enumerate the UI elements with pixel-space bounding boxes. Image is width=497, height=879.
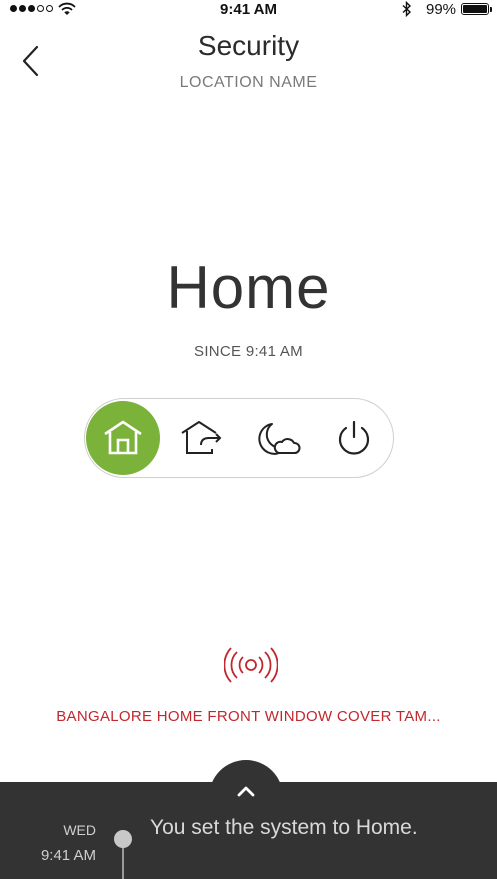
status-bar: 9:41 AM 99% [0, 0, 497, 20]
power-icon [338, 420, 370, 455]
page-title: Security [197, 30, 300, 61]
timeline-time: 9:41 AM [40, 847, 96, 864]
away-icon [181, 421, 222, 454]
mode-night-button[interactable] [241, 401, 315, 475]
timeline-dot [114, 830, 132, 848]
home-icon [104, 420, 142, 455]
timeline-day: WED [63, 822, 96, 838]
alarm-signal-icon [224, 647, 278, 683]
bluetooth-icon [402, 1, 412, 17]
mode-home-button[interactable] [86, 401, 160, 475]
battery-icon [461, 3, 489, 15]
current-mode-label: Home [166, 254, 331, 321]
mode-selector [84, 398, 394, 478]
status-time: 9:41 AM [220, 1, 277, 18]
battery-percentage: 99% [426, 1, 457, 18]
mode-away-button[interactable] [165, 401, 239, 475]
mode-off-button[interactable] [317, 401, 391, 475]
night-icon [258, 423, 301, 455]
timeline-event-message[interactable]: You set the system to Home. [150, 815, 450, 841]
alert-message-link[interactable]: BANGALORE HOME FRONT WINDOW COVER TAM... [0, 708, 497, 725]
location-name: LOCATION NAME [179, 74, 318, 91]
chevron-up-icon [237, 786, 255, 797]
mode-since-time: SINCE 9:41 AM [194, 343, 303, 360]
